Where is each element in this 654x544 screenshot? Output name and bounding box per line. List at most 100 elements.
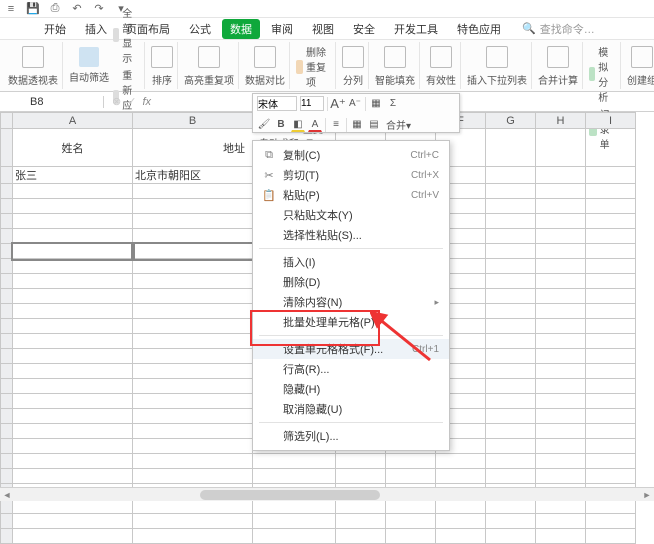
cell-r5c0[interactable] [13,199,133,214]
cell-r26c5[interactable] [436,514,486,529]
ribbon-pivot[interactable]: 数据透视表 [4,42,63,89]
cell-r18c7[interactable] [536,394,586,409]
freeze-icon[interactable]: ▤ [367,118,381,132]
cell-r22c6[interactable] [486,454,536,469]
cell-A1[interactable]: 姓名 [13,129,133,167]
decrease-font-icon[interactable]: A⁻ [348,97,362,111]
cell-r11c6[interactable] [486,289,536,304]
row-hdr-16[interactable] [1,364,13,379]
cell-r12c0[interactable] [13,304,133,319]
cell-r7c8[interactable] [586,229,636,244]
cell-r17c0[interactable] [13,379,133,394]
row-hdr-21[interactable] [1,439,13,454]
cell-r20c6[interactable] [486,424,536,439]
cell-r10c6[interactable] [486,274,536,289]
ctx-item-7[interactable]: 删除(D) [253,272,449,292]
cell-r27c0[interactable] [13,529,133,544]
row-hdr-1-2[interactable] [1,129,13,167]
ctx-item-6[interactable]: 插入(I) [253,252,449,272]
redo-icon[interactable]: ↷ [92,2,106,16]
ctx-item-8[interactable]: 清除内容(N)▸ [253,292,449,312]
cell-r6c6[interactable] [486,214,536,229]
cell-r8c0[interactable] [13,244,133,259]
ctx-item-14[interactable]: 取消隐藏(U) [253,399,449,419]
cell-r17c1[interactable] [133,379,253,394]
ribbon-text-to-col[interactable]: 分列 [338,42,369,89]
cell-r13c8[interactable] [586,319,636,334]
cell-r6c0[interactable] [13,214,133,229]
cell-r26c6[interactable] [486,514,536,529]
cell-r23c6[interactable] [486,469,536,484]
cell-r4c8[interactable] [586,184,636,199]
cell-r4c7[interactable] [536,184,586,199]
cell-r26c7[interactable] [536,514,586,529]
cell-r23c3[interactable] [336,469,386,484]
row-hdr-9[interactable] [1,259,13,274]
cell-r12c6[interactable] [486,304,536,319]
whatif-btn[interactable]: 模拟分析 [589,44,616,104]
cell-r15c8[interactable] [586,349,636,364]
cell-r26c1[interactable] [133,514,253,529]
font-color-icon[interactable]: A [308,118,322,132]
cell-r9c0[interactable] [13,259,133,274]
col-hdr-H[interactable]: H [536,113,586,129]
cell-r10c0[interactable] [13,274,133,289]
cell-r26c2[interactable] [253,514,336,529]
cell-r23c1[interactable] [133,469,253,484]
row-hdr-6[interactable] [1,214,13,229]
cell-r15c7[interactable] [536,349,586,364]
fx-confirm-icon[interactable]: ✓ [127,95,136,108]
menu-special[interactable]: 特色应用 [449,19,509,39]
cell-r11c8[interactable] [586,289,636,304]
cell-r21c6[interactable] [486,439,536,454]
cell-r5c8[interactable] [586,199,636,214]
cell-r23c5[interactable] [436,469,486,484]
cell-r27c6[interactable] [486,529,536,544]
horizontal-scrollbar[interactable]: ◄ ► [0,487,654,501]
cell-r27c4[interactable] [386,529,436,544]
menu-security[interactable]: 安全 [345,19,383,39]
cell-r19c8[interactable] [586,409,636,424]
cell-r27c7[interactable] [536,529,586,544]
cell-r8c7[interactable] [536,244,586,259]
bold-icon[interactable]: B [274,118,288,132]
row-hdr-18[interactable] [1,394,13,409]
cell-r16c7[interactable] [536,364,586,379]
cell-r26c0[interactable] [13,514,133,529]
cell-r9c6[interactable] [486,259,536,274]
cell-r15c1[interactable] [133,349,253,364]
cell-r7c0[interactable] [13,229,133,244]
menu-data[interactable]: 数据 [222,19,260,39]
ctx-item-11[interactable]: 设置单元格格式(F)...Ctrl+1 [253,339,449,359]
cell-r17c6[interactable] [486,379,536,394]
row-hdr-8[interactable] [1,244,13,259]
cell-r27c5[interactable] [436,529,486,544]
row-hdr-11[interactable] [1,289,13,304]
mini-font-combo[interactable] [257,96,297,111]
cell-r11c1[interactable] [133,289,253,304]
cell-r14c8[interactable] [586,334,636,349]
ctx-item-4[interactable]: 选择性粘贴(S)... [253,225,449,245]
cell-r10c1[interactable] [133,274,253,289]
cell-r21c7[interactable] [536,439,586,454]
ribbon-group[interactable]: 创建组 [623,42,654,89]
show-all-btn[interactable]: 全部显示 [113,5,140,65]
row-hdr-14[interactable] [1,334,13,349]
ctx-item-13[interactable]: 隐藏(H) [253,379,449,399]
ctx-item-1[interactable]: ✂剪切(T)Ctrl+X [253,165,449,185]
ribbon-sort[interactable]: 排序 [147,42,178,89]
col-hdr-B[interactable]: B [133,113,253,129]
cell-r20c7[interactable] [536,424,586,439]
cell-r22c7[interactable] [536,454,586,469]
cell-r7c6[interactable] [486,229,536,244]
format-painter-icon[interactable]: 🖌 [257,118,271,132]
cell-r15c6[interactable] [486,349,536,364]
cell-r17c8[interactable] [586,379,636,394]
cell-r6c7[interactable] [536,214,586,229]
cell-r22c2[interactable] [253,454,336,469]
cell-r13c1[interactable] [133,319,253,334]
cell-r19c7[interactable] [536,409,586,424]
cell-r16c0[interactable] [13,364,133,379]
cell-r22c1[interactable] [133,454,253,469]
cell-r20c1[interactable] [133,424,253,439]
